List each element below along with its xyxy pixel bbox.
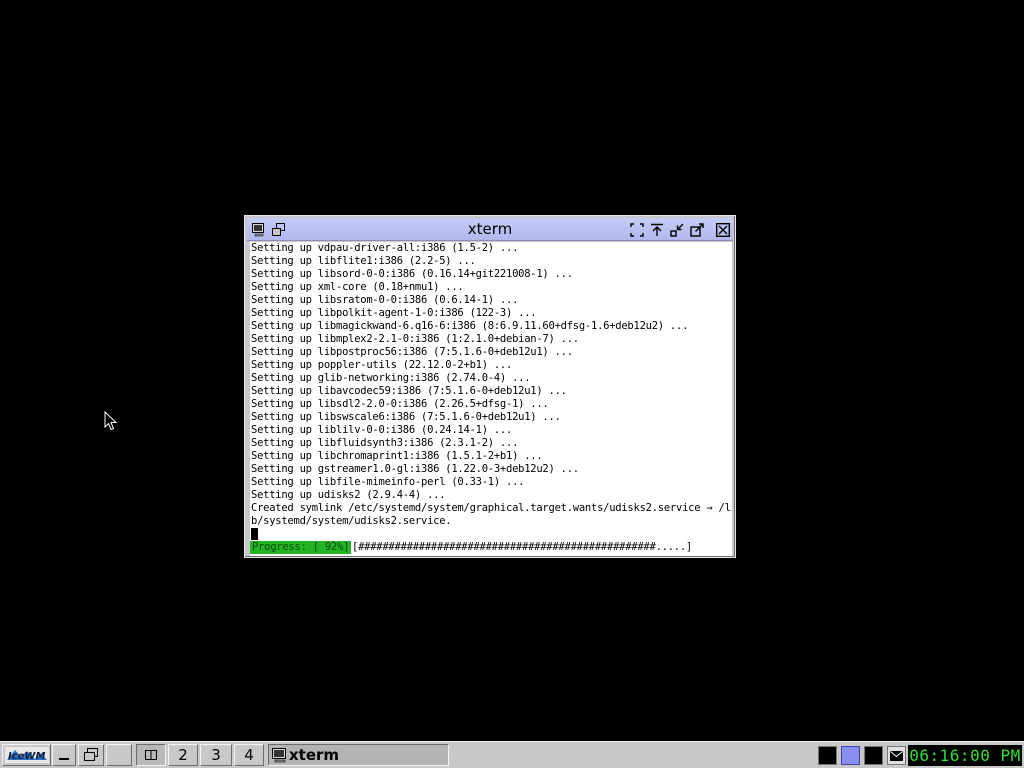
mouse-pointer-icon xyxy=(104,411,118,431)
progress-label: Progress: [ 92%] xyxy=(250,541,352,554)
xterm-window[interactable]: xterm Setting up vdpau-driver-all:i386 (… xyxy=(244,215,736,558)
maximize-window-icon[interactable] xyxy=(689,222,704,237)
terminal-line: Setting up libpostproc56:i386 (7:5.1.6-0… xyxy=(251,346,573,358)
memory-monitor-icon[interactable] xyxy=(864,746,883,765)
clock[interactable]: 06:16:00 PM xyxy=(908,745,1022,766)
window-list-icon xyxy=(84,748,98,761)
terminal-line: Setting up xml-core (0.18+nmu1) ... xyxy=(251,281,464,293)
terminal-lines: Setting up vdpau-driver-all:i386 (1.5-2)… xyxy=(251,242,732,528)
terminal-line: Setting up libswscale6:i386 (7:5.1.6-0+d… xyxy=(251,411,561,423)
window-list-button[interactable] xyxy=(78,744,104,766)
close-window-icon[interactable] xyxy=(715,222,730,237)
terminal-line: Setting up libsratom-0-0:i386 (0.6.14-1)… xyxy=(251,294,519,306)
terminal-line: Setting up vdpau-driver-all:i386 (1.5-2)… xyxy=(251,242,519,254)
terminal-line: Setting up libflite1:i386 (2.2-5) ... xyxy=(251,255,476,267)
spacer-button xyxy=(106,744,132,766)
workspace-3-button[interactable]: 3 xyxy=(200,744,232,766)
terminal-line: Setting up libchromaprint1:i386 (1.5.1-2… xyxy=(251,450,543,462)
terminal-line: Created symlink /etc/systemd/system/grap… xyxy=(251,502,732,514)
terminal-line: Setting up udisks2 (2.9.4-4) ... xyxy=(251,489,446,501)
minimize-window-icon[interactable] xyxy=(669,222,684,237)
terminal-line: Setting up libavcodec59:i386 (7:5.1.6-0+… xyxy=(251,385,567,397)
taskbar-xterm-label: xterm xyxy=(289,746,340,764)
terminal-line: Setting up libpolkit-agent-1-0:i386 (122… xyxy=(251,307,537,319)
terminal-line: Setting up libsdl2-2.0-0:i386 (2.26.5+df… xyxy=(251,398,549,410)
terminal-line: Setting up poppler-utils (22.12.0-2+b1) … xyxy=(251,359,513,371)
taskbar-xterm-button[interactable]: xterm xyxy=(268,744,449,766)
progress-bar: [#######################################… xyxy=(352,541,693,553)
window-titlebar[interactable]: xterm xyxy=(247,218,733,241)
apt-progress-row: Progress: [ 92%] [######################… xyxy=(250,541,732,554)
terminal-line: Setting up libmagickwand-6.q16-6:i386 (8… xyxy=(251,320,689,332)
terminal-icon xyxy=(272,748,286,763)
icewm-logo-icon: IceWM xyxy=(4,747,49,763)
terminal-line: Setting up liblilv-0-0:i386 (0.24.14-1) … xyxy=(251,424,513,436)
terminal-output[interactable]: Setting up vdpau-driver-all:i386 (1.5-2)… xyxy=(250,242,732,556)
terminal-line: b/systemd/system/udisks2.service. xyxy=(251,515,452,527)
terminal-line: Setting up libmplex2-2.1-0:i386 (1:2.1.0… xyxy=(251,333,579,345)
mail-icon[interactable] xyxy=(887,746,906,765)
terminal-line: Setting up libfluidsynth3:i386 (2.3.1-2)… xyxy=(251,437,519,449)
workspace-2-button[interactable]: 2 xyxy=(168,744,198,766)
start-menu-button[interactable]: IceWM xyxy=(2,744,51,766)
terminal-line: Setting up gstreamer1.0-gl:i386 (1.22.0-… xyxy=(251,463,579,475)
workspace-1-icon xyxy=(145,750,157,760)
minimize-all-icon xyxy=(59,758,69,760)
raise-window-icon[interactable] xyxy=(649,222,664,237)
desktop[interactable]: xterm Setting up vdpau-driver-all:i386 (… xyxy=(0,0,1024,741)
network-monitor-icon[interactable] xyxy=(841,746,860,765)
terminal-line: Setting up glib-networking:i386 (2.74.0-… xyxy=(251,372,531,384)
terminal-line: Setting up libfile-mimeinfo-perl (0.33-1… xyxy=(251,476,525,488)
workspace-4-button[interactable]: 4 xyxy=(234,744,264,766)
terminal-cursor xyxy=(251,528,258,540)
cpu-monitor-icon[interactable] xyxy=(818,746,837,765)
workspace-1-button[interactable] xyxy=(136,744,166,766)
fullscreen-icon[interactable] xyxy=(629,222,644,237)
terminal-line: Setting up libsord-0-0:i386 (0.16.14+git… xyxy=(251,268,573,280)
taskbar: IceWM 2 3 4 xterm 06:16:00 PM xyxy=(0,741,1024,768)
svg-text:IceWM: IceWM xyxy=(8,751,45,762)
show-desktop-button[interactable] xyxy=(52,744,76,766)
